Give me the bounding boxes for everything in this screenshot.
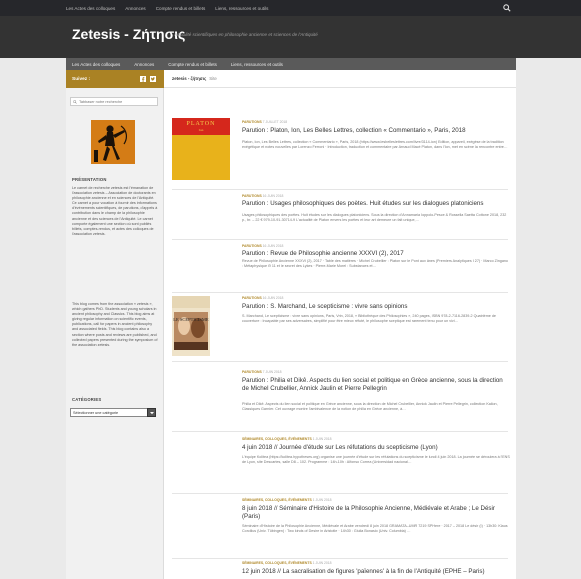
follow-label: Suivez : [72, 76, 91, 82]
post-date: 16 juin 2018 [262, 244, 284, 248]
main-nav: Les Actes des colloques Annonces Compte … [66, 58, 516, 70]
post-excerpt: L'équipe Kolitea (https://kolitea.hypoth… [242, 455, 510, 464]
site-header: Zetesis - Ζήτησις Actualité scientifique… [0, 16, 581, 58]
nav-item-comptes-rendus[interactable]: Compte rendus et billets [161, 62, 224, 67]
post-divider [172, 361, 508, 362]
post-excerpt: Platon, Ion, Les Belles Lettres, collect… [242, 140, 508, 149]
post-title[interactable]: Parution : S. Marchand, Le scepticisme :… [242, 303, 510, 311]
post-meta: Séminaires, colloques, événements 1 juin… [242, 437, 332, 441]
post-divider [172, 292, 508, 293]
post-excerpt: Philia et Dikê. Aspects du lien social e… [242, 402, 498, 411]
post-item: Séminaires, colloques, événements 1 juin… [164, 561, 516, 579]
nav-item-liens[interactable]: Liens, ressources et outils [224, 62, 290, 67]
post-thumbnail[interactable]: LE SCEPTICISME [172, 296, 210, 356]
post-category[interactable]: Parutions [242, 370, 262, 374]
post-divider [172, 558, 508, 559]
post-date: 7 juin 2018 [262, 370, 282, 374]
thumbnail-subtitle: Ion [198, 128, 204, 132]
post-category[interactable]: Parutions [242, 296, 262, 300]
post-meta: Séminaires, colloques, événements 1 juin… [242, 498, 332, 502]
post-item: Séminaires, colloques, événements 1 juin… [164, 498, 516, 559]
post-meta: Parutions 16 juin 2018 [242, 194, 283, 198]
post-excerpt: Usages philosophiques des poètes. Huit é… [242, 213, 507, 222]
follow-bar: Suivez : [66, 70, 164, 88]
post-meta: Parutions 7 juin 2018 [242, 370, 282, 374]
sidebar: Suivez : PRÉSENTATION L [66, 70, 164, 579]
presentation-text: Le carnet de recherche zetesis est l'éma… [72, 186, 158, 236]
post-title[interactable]: Parution : Usages philosophiques des poè… [242, 200, 510, 208]
nav-item-annonces[interactable]: Annonces [127, 62, 161, 67]
topbar-item-actes[interactable]: Les Actes des colloques [66, 6, 115, 11]
post-date: 16 juin 2018 [262, 194, 284, 198]
categories-heading: CATÉGORIES [72, 397, 102, 402]
categories-select-value: Sélectionner une catégorie [73, 410, 119, 415]
breadcrumb-current: Site [209, 76, 217, 81]
main-content: zetesis - ζήτησις Site PLATON Ion Paruti… [164, 70, 516, 579]
content-frame: Suivez : PRÉSENTATION L [66, 70, 516, 579]
post-date: 7 juillet 2018 [262, 120, 288, 124]
categories-select[interactable]: Sélectionner une catégorie [70, 408, 156, 417]
post-item: Parutions 16 juin 2018 Parution : Usages… [164, 194, 516, 244]
chevron-down-icon[interactable] [147, 408, 156, 417]
post-title[interactable]: Parution : Philia et Dikê. Aspects du li… [242, 377, 510, 393]
post-title[interactable]: Parution : Revue de Philosophie ancienne… [242, 250, 510, 258]
post-item: Parutions 7 juin 2018 Parution : Philia … [164, 370, 516, 438]
breadcrumb: zetesis - ζήτησις Site [164, 70, 516, 88]
post-excerpt: S. Marchand, Le scepticisme : vivre sans… [242, 314, 496, 323]
twitter-icon[interactable] [150, 76, 156, 82]
breadcrumb-site[interactable]: zetesis - ζήτησις [172, 76, 206, 81]
topbar-item-comptes-rendus[interactable]: Compte rendus et billets [156, 6, 206, 11]
post-title[interactable]: 12 juin 2018 // La sacralisation de figu… [242, 568, 510, 576]
thumbnail-title: PLATON [186, 121, 216, 127]
facebook-icon[interactable] [140, 76, 146, 82]
post-excerpt: Séminaire d'Histoire de la Philosophie A… [242, 524, 508, 533]
nav-item-actes[interactable]: Les Actes des colloques [66, 62, 127, 67]
sidebar-search[interactable] [70, 97, 158, 106]
presentation-heading: PRÉSENTATION [72, 177, 107, 182]
thumbnail-title: LE SCEPTICISME [173, 317, 209, 322]
post-category[interactable]: Séminaires, colloques, événements [242, 498, 312, 502]
site-title[interactable]: Zetesis - Ζήτησις [72, 26, 185, 42]
post-item: LE SCEPTICISME Parutions 16 juin 2018 Pa… [164, 296, 516, 362]
site-tagline: Actualité scientifiques en philosophie a… [174, 32, 318, 37]
post-meta: Parutions 7 juillet 2018 [242, 120, 287, 124]
post-divider [172, 239, 508, 240]
post-category[interactable]: Séminaires, colloques, événements [242, 561, 312, 565]
top-bar: Les Actes des colloques Annonces Compte … [0, 0, 581, 16]
topbar-item-liens[interactable]: Liens, ressources et outils [215, 6, 268, 11]
post-divider [172, 189, 508, 190]
post-category[interactable]: Séminaires, colloques, événements [242, 437, 312, 441]
greek-vase-image [91, 120, 135, 164]
post-date: 1 juin 2018 [312, 498, 332, 502]
search-icon[interactable] [503, 4, 511, 12]
search-icon [73, 99, 77, 104]
post-date: 16 juin 2018 [262, 296, 284, 300]
post-category[interactable]: Parutions [242, 244, 262, 248]
post-meta: Parutions 16 juin 2018 [242, 296, 283, 300]
post-title[interactable]: 8 juin 2018 // Séminaire d'Histoire de l… [242, 505, 510, 521]
post-category[interactable]: Parutions [242, 194, 262, 198]
search-input[interactable] [79, 99, 157, 104]
post-meta: Parutions 16 juin 2018 [242, 244, 283, 248]
post-meta: Séminaires, colloques, événements 1 juin… [242, 561, 332, 565]
post-title[interactable]: Parution : Platon, Ion, Les Belles Lettr… [242, 127, 510, 135]
post-thumbnail[interactable]: PLATON Ion [172, 118, 230, 180]
post-divider [172, 431, 508, 432]
post-divider [172, 493, 508, 494]
topbar-item-annonces[interactable]: Annonces [125, 6, 145, 11]
post-excerpt: Revue de Philosophie Ancienne XXXVI (2),… [242, 259, 508, 268]
post-item: Parutions 16 juin 2018 Parution : Revue … [164, 244, 516, 294]
english-presentation-text: This blog comes from the association « z… [72, 302, 158, 347]
post-title[interactable]: 4 juin 2018 // Journée d'étude sur Les r… [242, 444, 510, 452]
post-item: PLATON Ion Parutions 7 juillet 2018 Paru… [164, 118, 516, 190]
post-item: Séminaires, colloques, événements 1 juin… [164, 437, 516, 494]
post-category[interactable]: Parutions [242, 120, 262, 124]
post-date: 1 juin 2018 [312, 561, 332, 565]
post-date: 1 juin 2018 [312, 437, 332, 441]
